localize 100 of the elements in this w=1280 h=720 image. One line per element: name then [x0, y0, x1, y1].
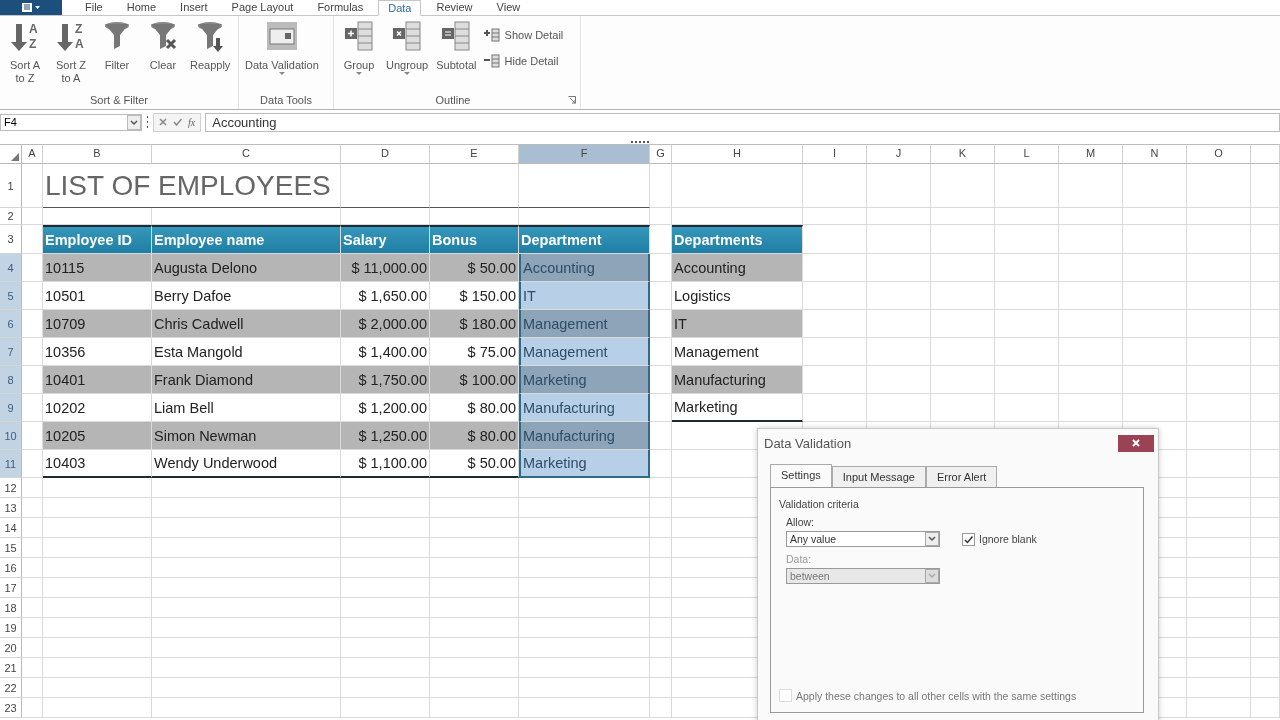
ribbon-button[interactable]: Group [338, 20, 380, 91]
sheet-title: LIST OF EMPLOYEES [43, 164, 341, 208]
grid-cell [867, 338, 931, 366]
row-header[interactable]: 10 [0, 422, 22, 450]
grid-cell [22, 208, 43, 225]
ribbon-tab[interactable]: Review [427, 0, 482, 15]
dialog-tab[interactable]: Error Alert [925, 466, 998, 487]
ribbon-button[interactable]: Show Detail [482, 28, 564, 42]
row-header[interactable]: 14 [0, 518, 22, 538]
column-header[interactable]: J [867, 144, 931, 164]
row-header[interactable]: 7 [0, 338, 22, 366]
check-icon[interactable] [173, 118, 182, 126]
grid-cell [1251, 450, 1280, 478]
ribbon-tab[interactable]: Formulas [308, 0, 373, 15]
column-header[interactable]: L [995, 144, 1059, 164]
grid-cell [1251, 164, 1280, 208]
grid-cell [1187, 518, 1251, 538]
allow-dropdown[interactable]: Any value [786, 531, 940, 547]
grid-cell [1059, 225, 1123, 254]
row-header[interactable]: 12 [0, 478, 22, 498]
dialog-tab[interactable]: Settings [770, 464, 832, 488]
row-header[interactable]: 5 [0, 282, 22, 310]
table-cell: Marketing [519, 450, 650, 478]
table-cell: 10501 [43, 282, 152, 310]
column-header[interactable]: M [1059, 144, 1123, 164]
table-cell: Wendy Underwood [152, 450, 341, 478]
ribbon-button[interactable]: Clear [142, 20, 184, 91]
row-header[interactable]: 9 [0, 394, 22, 422]
grid-cell [1251, 658, 1280, 678]
ribbon-tab[interactable]: Home [117, 0, 166, 15]
grid-cell [1123, 282, 1187, 310]
row-header[interactable]: 13 [0, 498, 22, 518]
table-cell: $ 11,000.00 [341, 254, 430, 282]
table-cell: Management [519, 338, 650, 366]
ribbon-button[interactable]: Subtotal [434, 20, 479, 91]
ribbon-tab[interactable]: Insert [171, 0, 217, 15]
row-header[interactable]: 3 [0, 225, 22, 254]
ribbon-tab[interactable]: View [487, 0, 530, 15]
column-header[interactable]: A [22, 144, 43, 164]
grid-cell [1123, 164, 1187, 208]
ribbon-tab[interactable]: Data [378, 0, 422, 16]
column-header[interactable]: D [341, 144, 430, 164]
ribbon-button[interactable]: Ungroup [384, 20, 431, 91]
ribbon-tab[interactable]: File [76, 0, 112, 15]
column-header[interactable]: I [803, 144, 867, 164]
splitter-handle-icon[interactable] [630, 140, 650, 144]
document-icon [20, 2, 42, 13]
ignore-blank-checkbox[interactable]: Ignore blank [962, 532, 1037, 546]
row-header[interactable]: 17 [0, 578, 22, 598]
dialog-launcher-icon[interactable] [568, 96, 576, 104]
ribbon-button[interactable]: Reapply [188, 20, 233, 91]
row-header[interactable]: 1 [0, 164, 22, 208]
column-header[interactable]: K [931, 144, 995, 164]
row-header[interactable]: 8 [0, 366, 22, 394]
ribbon-button[interactable]: Data Validation [243, 20, 321, 91]
row-header[interactable]: 4 [0, 254, 22, 282]
ribbon-button[interactable]: Hide Detail [482, 54, 564, 68]
insert-function-button[interactable]: fx [188, 116, 196, 128]
column-header[interactable]: O [1187, 144, 1251, 164]
cancel-icon[interactable] [159, 118, 167, 126]
column-header[interactable]: B [43, 144, 152, 164]
close-button[interactable] [1118, 434, 1154, 452]
column-header[interactable]: E [430, 144, 519, 164]
row-header[interactable]: 23 [0, 698, 22, 718]
grid-cell [1251, 498, 1280, 518]
formula-field[interactable]: Accounting [205, 112, 1280, 132]
column-header[interactable]: G [650, 144, 672, 164]
row-header[interactable]: 11 [0, 450, 22, 478]
table-cell: Marketing [519, 366, 650, 394]
grid-cell [931, 225, 995, 254]
row-header[interactable]: 21 [0, 658, 22, 678]
column-header[interactable]: N [1123, 144, 1187, 164]
grid-cell [1251, 518, 1280, 538]
grid-cell [1251, 208, 1280, 225]
grid-cell [1187, 698, 1251, 718]
column-heading: Employee name [152, 225, 341, 254]
ribbon-tab[interactable]: Page Layout [222, 0, 303, 15]
dialog-tab[interactable]: Input Message [831, 466, 926, 487]
name-box[interactable]: F4 [0, 113, 142, 131]
row-header[interactable]: 6 [0, 310, 22, 338]
grid-cell [803, 208, 867, 225]
column-header[interactable]: F [519, 144, 650, 164]
grid-cell [803, 310, 867, 338]
row-header[interactable]: 22 [0, 678, 22, 698]
row-header[interactable]: 20 [0, 638, 22, 658]
ribbon-button[interactable]: Filter [96, 20, 138, 91]
column-header[interactable]: C [152, 144, 341, 164]
group-icon [343, 20, 375, 54]
row-header[interactable]: 16 [0, 558, 22, 578]
grid-cell [1251, 394, 1280, 422]
table-cell: Marketing [672, 394, 803, 422]
column-header[interactable]: H [672, 144, 803, 164]
grid-cell [1059, 338, 1123, 366]
row-header[interactable]: 19 [0, 618, 22, 638]
row-header[interactable]: 2 [0, 208, 22, 225]
app-menu-button[interactable] [0, 0, 62, 15]
ribbon-button[interactable]: AZ Sort A to Z [4, 20, 46, 91]
row-header[interactable]: 15 [0, 538, 22, 558]
row-header[interactable]: 18 [0, 598, 22, 618]
ribbon-button[interactable]: ZA Sort Z to A [50, 20, 92, 91]
